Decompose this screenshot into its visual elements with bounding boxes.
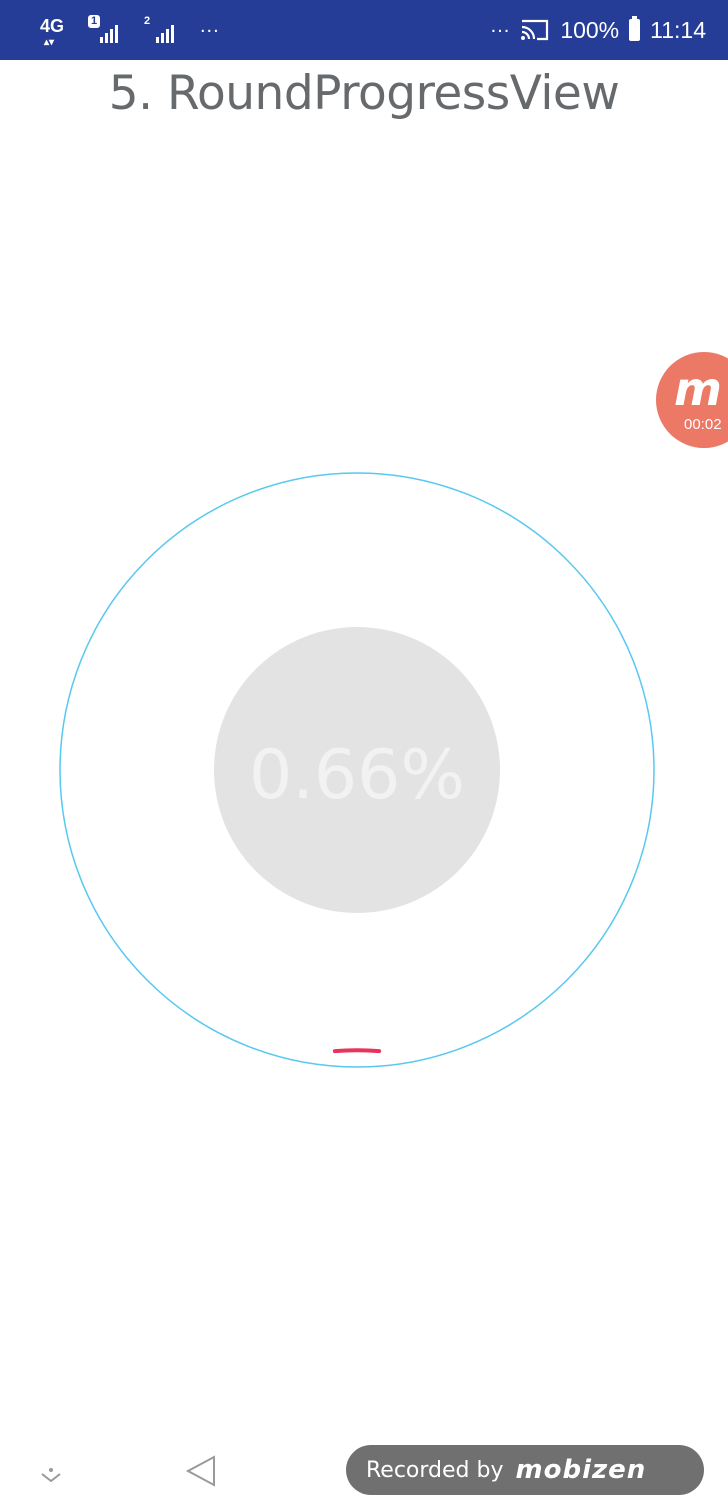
more-status-indicator: ... (490, 14, 511, 37)
data-activity-icon: ▴▾ (44, 37, 55, 48)
progress-track-ring (59, 472, 655, 1068)
sim2-signal-icon: 2 (144, 15, 178, 45)
recording-watermark: Recorded by mobizen (346, 1445, 704, 1495)
status-bar-left: 4G ▴▾ 1 2 ... (40, 0, 220, 60)
progress-percent-text: 0.66% (248, 736, 466, 815)
watermark-logo: mobizen (515, 1455, 647, 1485)
round-progress-canvas (59, 472, 655, 1068)
mobizen-logo-icon: m (674, 362, 722, 416)
navigation-bar: Recorded by mobizen (0, 1425, 728, 1512)
watermark-text: Recorded by (366, 1457, 504, 1483)
sim1-badge: 1 (88, 15, 101, 28)
round-progress-view: 0.66% (0, 0, 728, 1512)
clock: 11:14 (650, 16, 706, 43)
network-type-label: 4G (40, 16, 65, 36)
screen-recorder-bubble[interactable]: m 00:02 (656, 352, 728, 448)
status-bar: 4G ▴▾ 1 2 ... ... 100% 11:14 (0, 0, 728, 60)
sim2-badge: 2 (144, 15, 151, 27)
back-triangle-icon[interactable] (184, 1451, 224, 1491)
recording-elapsed-time: 00:02 (684, 416, 722, 433)
progress-arc (332, 1048, 382, 1054)
page-title: 5. RoundProgressView (108, 66, 620, 121)
sim1-signal-icon: 1 (88, 15, 122, 45)
chevron-down-icon[interactable] (36, 1460, 66, 1490)
network-type-indicator: 4G ▴▾ (40, 15, 66, 48)
cast-icon (520, 18, 550, 42)
battery-icon (629, 16, 641, 41)
status-bar-right: ... 100% 11:14 (491, 0, 706, 60)
progress-inner-circle (214, 627, 500, 913)
more-notifications-indicator: ... (200, 14, 220, 37)
battery-percent: 100% (560, 16, 620, 43)
